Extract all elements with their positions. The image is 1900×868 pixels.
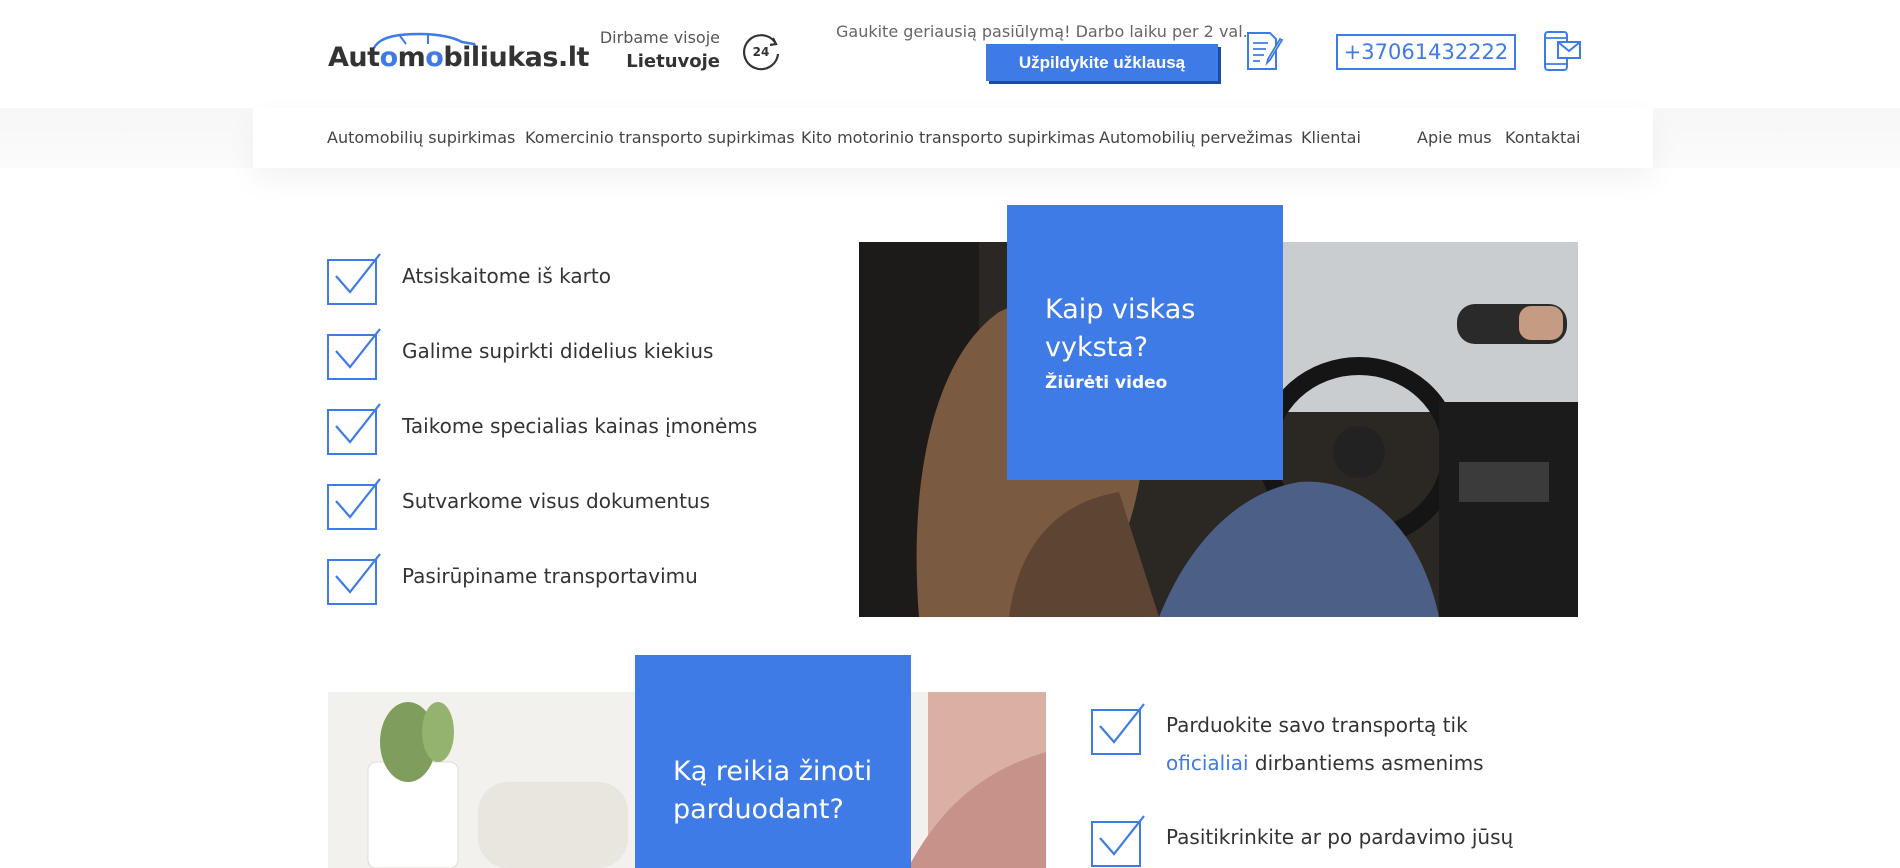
site-logo[interactable]: Automobiliukas.lt <box>328 30 589 76</box>
request-button[interactable]: Užpildykite užklausą <box>986 44 1218 81</box>
work-line-2: Lietuvoje <box>626 51 720 72</box>
checkbox-icon <box>327 478 381 530</box>
phone-mail-icon[interactable] <box>1542 30 1582 72</box>
phone-button[interactable]: +37061432222 <box>1336 34 1516 70</box>
nav-item-clients[interactable]: Klientai <box>1301 128 1361 147</box>
nav-item-contacts[interactable]: Kontaktai <box>1505 128 1581 147</box>
tip-text-before: Pasitikrinkite ar po pardavimo jūsų <box>1166 825 1514 849</box>
how-it-works-card[interactable]: Kaip viskas vyksta? Žiūrėti video <box>1007 205 1283 480</box>
clock-24-icon: 24 <box>743 34 780 71</box>
offer-text: Gaukite geriausią pasiūlymą! Darbo laiku… <box>836 22 1248 41</box>
feature-text: Galime supirkti didelius kiekius <box>402 339 714 363</box>
what-to-know-card[interactable]: Ką reikia žinoti parduodant? <box>635 655 911 868</box>
checkbox-icon <box>1091 703 1145 755</box>
working-area-text: Dirbame visoje Lietuvoje <box>560 26 720 74</box>
work-line-1: Dirbame visoje <box>599 28 720 47</box>
tip-text: Pasitikrinkite ar po pardavimo jūsų <box>1166 818 1546 856</box>
feature-text: Taikome specialias kainas įmonėms <box>402 414 758 438</box>
checkbox-icon <box>1091 815 1145 867</box>
feature-text: Pasirūpiname transportavimu <box>402 564 698 588</box>
watch-video-link[interactable]: Žiūrėti video <box>1045 373 1167 393</box>
checkbox-icon <box>327 253 381 305</box>
feature-text: Atsiskaitome iš karto <box>402 264 611 288</box>
tip-text-after: dirbantiems asmenims <box>1248 751 1484 775</box>
know-title: Ką reikia žinoti parduodant? <box>673 756 873 825</box>
svg-text:24: 24 <box>753 45 770 59</box>
tip-text: Parduokite savo transportą tik oficialia… <box>1166 706 1546 782</box>
logo-text: Automobiliukas.lt <box>328 42 589 73</box>
main-navigation: Automobilių supirkimas Komercinio transp… <box>253 108 1653 168</box>
tip-text-before: Parduokite savo transportą tik <box>1166 713 1468 737</box>
feature-text: Sutvarkome visus dokumentus <box>402 489 711 513</box>
checkbox-icon <box>327 403 381 455</box>
checkbox-icon <box>327 553 381 605</box>
document-icon <box>1247 32 1284 70</box>
nav-item-about[interactable]: Apie mus <box>1417 128 1492 147</box>
nav-item-car-buying[interactable]: Automobilių supirkimas <box>327 128 515 147</box>
nav-item-commercial-transport[interactable]: Komercinio transporto supirkimas <box>525 128 795 147</box>
nav-item-car-transport[interactable]: Automobilių pervežimas <box>1099 128 1293 147</box>
checkbox-icon <box>327 328 381 380</box>
video-title: Kaip viskas vyksta? <box>1045 294 1196 363</box>
nav-item-other-motor-transport[interactable]: Kito motorinio transporto supirkimas <box>801 128 1095 147</box>
tip-text-accent: oficialiai <box>1166 751 1249 775</box>
